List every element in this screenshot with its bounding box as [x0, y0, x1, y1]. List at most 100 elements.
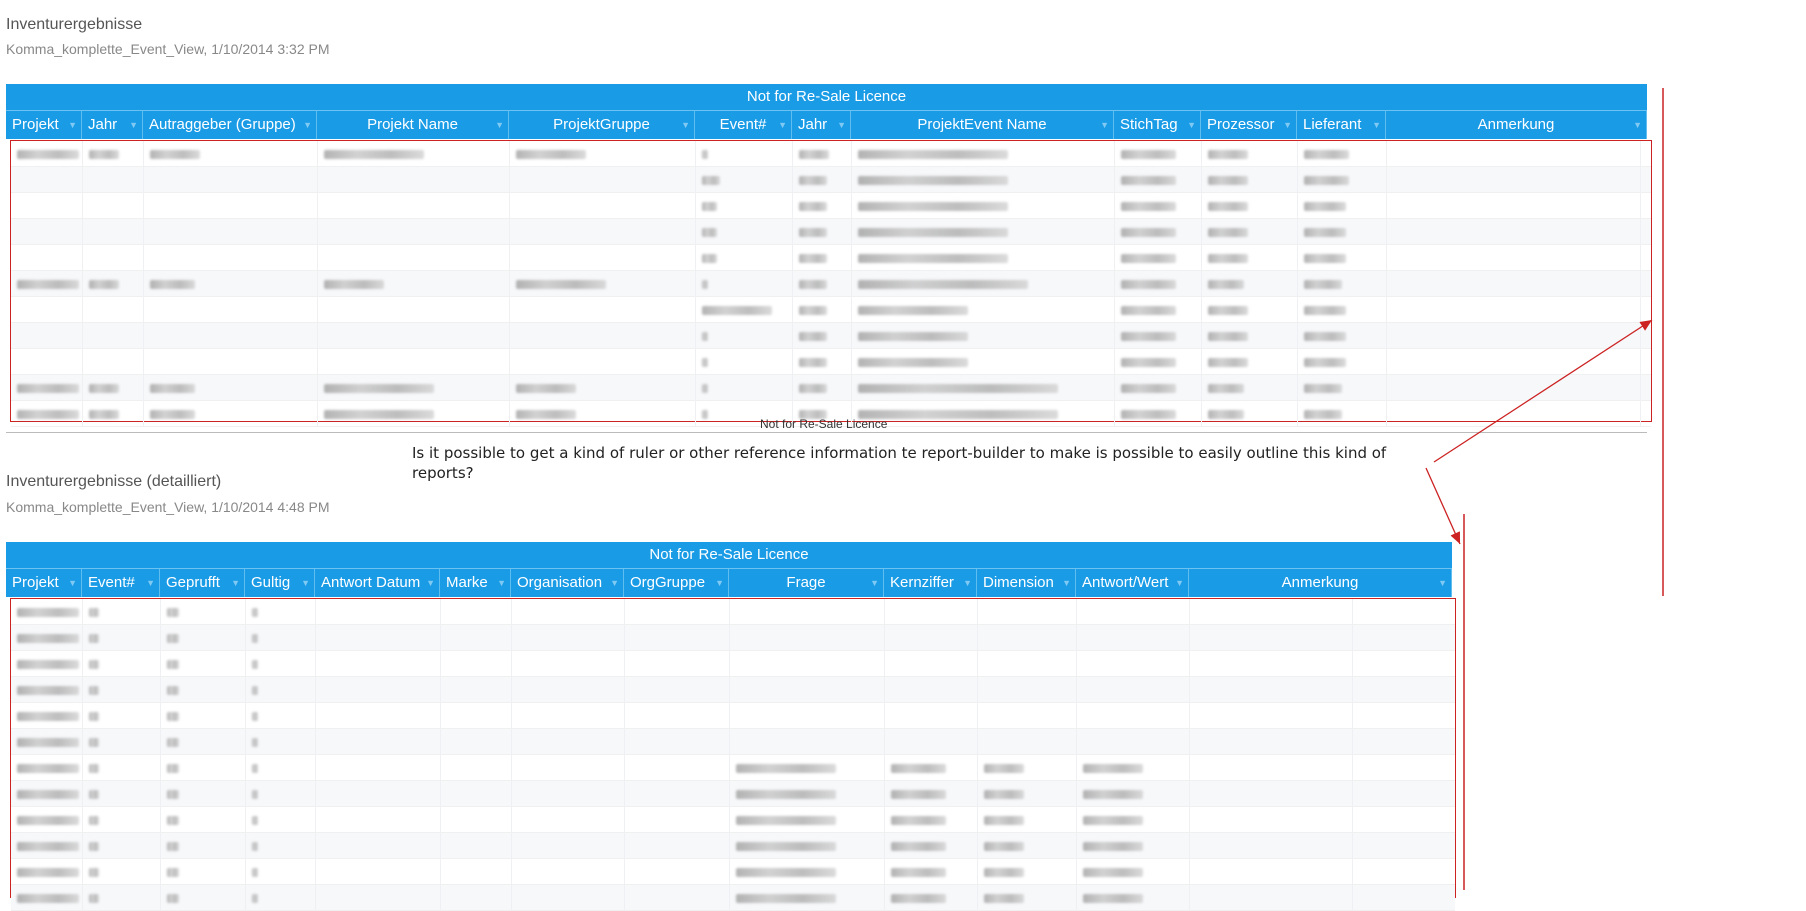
sort-arrow-icon[interactable]: ▼ [303, 111, 312, 139]
sort-arrow-icon[interactable]: ▼ [1100, 111, 1109, 139]
table-row [11, 599, 1455, 625]
column-header-frage[interactable]: Frage ▼ [729, 569, 884, 597]
column-header-projekt-name[interactable]: Projekt Name ▼ [317, 111, 509, 139]
sort-arrow-icon[interactable]: ▼ [1438, 569, 1447, 597]
table-cell [1077, 677, 1190, 702]
redacted-value [1208, 202, 1248, 211]
column-header-dimension[interactable]: Dimension ▼ [977, 569, 1076, 597]
sort-arrow-icon[interactable]: ▼ [778, 111, 787, 139]
sort-arrow-icon[interactable]: ▼ [426, 569, 435, 597]
table-cell [1115, 245, 1202, 270]
table-cell [161, 781, 246, 806]
column-label: Event# [88, 574, 135, 591]
table-cell [83, 599, 161, 624]
column-header-projektgruppe[interactable]: ProjektGruppe ▼ [509, 111, 695, 139]
sort-arrow-icon[interactable]: ▼ [129, 111, 138, 139]
column-header-lieferant[interactable]: Lieferant ▼ [1297, 111, 1386, 139]
column-header-orggruppe[interactable]: OrgGruppe ▼ [624, 569, 729, 597]
table-cell [696, 167, 793, 192]
sort-arrow-icon[interactable]: ▼ [1283, 111, 1292, 139]
table-cell [83, 349, 144, 374]
sort-arrow-icon[interactable]: ▼ [231, 569, 240, 597]
table-cell [144, 141, 318, 166]
sort-arrow-icon[interactable]: ▼ [870, 569, 879, 597]
sort-arrow-icon[interactable]: ▼ [497, 569, 506, 597]
sort-arrow-icon[interactable]: ▼ [68, 569, 77, 597]
table-cell [1387, 219, 1641, 244]
sort-arrow-icon[interactable]: ▼ [1187, 111, 1196, 139]
sort-arrow-icon[interactable]: ▼ [681, 111, 690, 139]
sort-arrow-icon[interactable]: ▼ [1062, 569, 1071, 597]
table-cell [1387, 349, 1641, 374]
table-cell [730, 703, 885, 728]
table-cell [83, 807, 161, 832]
table-cell [144, 297, 318, 322]
column-header-organisation[interactable]: Organisation ▼ [511, 569, 624, 597]
sort-arrow-icon[interactable]: ▼ [963, 569, 972, 597]
redacted-value [252, 868, 258, 877]
column-header-antwort-wert[interactable]: Antwort/Wert ▼ [1076, 569, 1189, 597]
column-header-anmerkung[interactable]: Anmerkung ▼ [1189, 569, 1452, 597]
table-cell [1077, 703, 1190, 728]
column-header-projekt[interactable]: Projekt ▼ [6, 111, 82, 139]
table-cell [441, 833, 512, 858]
sort-arrow-icon[interactable]: ▼ [68, 111, 77, 139]
redacted-value [17, 608, 79, 617]
column-header-autraggeber[interactable]: Autraggeber (Gruppe) ▼ [143, 111, 317, 139]
column-header-kernziffer[interactable]: Kernziffer ▼ [884, 569, 977, 597]
table-cell [11, 193, 83, 218]
redacted-value [702, 176, 720, 185]
table-cell [1387, 167, 1641, 192]
sort-arrow-icon[interactable]: ▼ [1633, 111, 1642, 139]
column-header-event[interactable]: Event# ▼ [82, 569, 160, 597]
table-cell [1190, 859, 1353, 884]
redacted-value [1083, 894, 1143, 903]
sort-arrow-icon[interactable]: ▼ [301, 569, 310, 597]
table-cell [11, 807, 83, 832]
sort-arrow-icon[interactable]: ▼ [610, 569, 619, 597]
redacted-value [324, 280, 384, 289]
report1-licence-banner: Not for Re-Sale Licence [6, 84, 1647, 110]
redacted-value [89, 608, 99, 617]
table-cell [441, 807, 512, 832]
column-header-prozessor[interactable]: Prozessor ▼ [1201, 111, 1297, 139]
table-cell [510, 141, 696, 166]
table-cell [144, 323, 318, 348]
column-header-anmerkung[interactable]: Anmerkung ▼ [1386, 111, 1647, 139]
sort-arrow-icon[interactable]: ▼ [495, 111, 504, 139]
table-cell [1190, 833, 1353, 858]
sort-arrow-icon[interactable]: ▼ [1175, 569, 1184, 597]
table-cell [83, 323, 144, 348]
sort-arrow-icon[interactable]: ▼ [146, 569, 155, 597]
column-header-projekt[interactable]: Projekt ▼ [6, 569, 82, 597]
table-cell [161, 807, 246, 832]
table-cell [510, 193, 696, 218]
redacted-value [1208, 254, 1248, 263]
table-cell [11, 349, 83, 374]
redacted-value [799, 332, 827, 341]
column-header-jahr[interactable]: Jahr ▼ [82, 111, 143, 139]
column-header-gultig[interactable]: Gultig ▼ [245, 569, 315, 597]
redacted-value [702, 150, 708, 159]
table-cell [246, 781, 316, 806]
column-header-stichtag[interactable]: StichTag ▼ [1114, 111, 1201, 139]
redacted-value [150, 280, 195, 289]
redacted-value [858, 332, 968, 341]
table-cell [1115, 349, 1202, 374]
redacted-value [150, 150, 200, 159]
column-header-projektevent-name[interactable]: ProjektEvent Name ▼ [851, 111, 1114, 139]
redacted-value [89, 150, 119, 159]
redacted-value [1208, 358, 1248, 367]
sort-arrow-icon[interactable]: ▼ [715, 569, 724, 597]
sort-arrow-icon[interactable]: ▼ [837, 111, 846, 139]
table-cell [885, 781, 978, 806]
column-label: Antwort/Wert [1082, 574, 1169, 591]
column-header-event[interactable]: Event# ▼ [695, 111, 792, 139]
table-cell [161, 859, 246, 884]
column-header-marke[interactable]: Marke ▼ [440, 569, 511, 597]
sort-arrow-icon[interactable]: ▼ [1372, 111, 1381, 139]
column-header-antwort-datum[interactable]: Antwort Datum ▼ [315, 569, 440, 597]
column-header-jahr-2[interactable]: Jahr ▼ [792, 111, 851, 139]
column-header-geprufft[interactable]: Geprufft ▼ [160, 569, 245, 597]
column-label: Jahr [88, 116, 118, 133]
